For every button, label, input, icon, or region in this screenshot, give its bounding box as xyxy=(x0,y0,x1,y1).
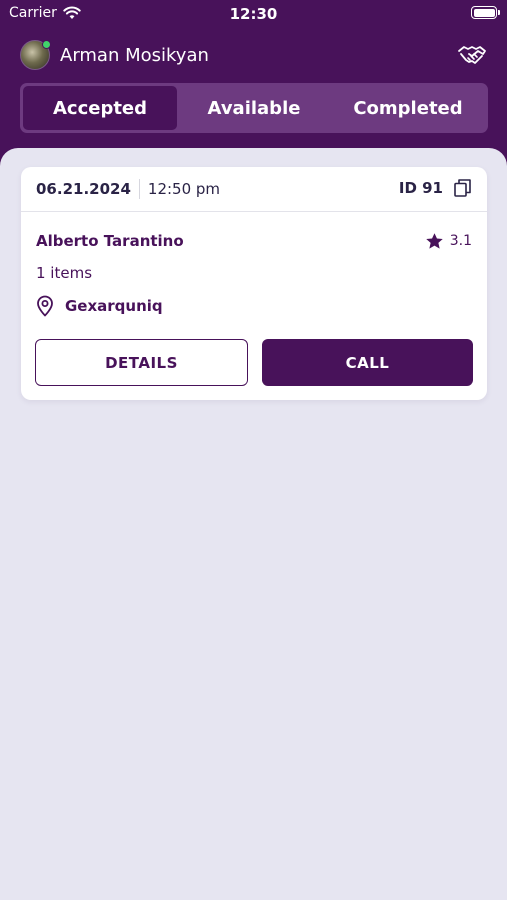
location-name: Gexarquniq xyxy=(65,297,163,315)
location-pin-icon xyxy=(37,295,53,317)
order-date: 06.21.2024 xyxy=(36,180,131,198)
customer-name: Alberto Tarantino xyxy=(36,232,184,250)
delivery-location: Gexarquniq xyxy=(36,295,163,317)
copy-icon[interactable] xyxy=(454,179,471,197)
battery-icon xyxy=(471,6,500,19)
tab-completed[interactable]: Completed xyxy=(331,86,485,130)
tab-accepted[interactable]: Accepted xyxy=(23,86,177,130)
details-button[interactable]: DETAILS xyxy=(35,339,248,386)
avatar[interactable] xyxy=(20,40,51,70)
order-tabs: Accepted Available Completed xyxy=(20,83,488,133)
online-status-dot xyxy=(42,40,51,49)
handshake-icon[interactable] xyxy=(457,43,487,67)
order-card-header: 06.21.2024 12:50 pm ID 91 xyxy=(21,167,487,212)
items-count: 1 items xyxy=(36,264,93,282)
status-bar: Carrier 12:30 xyxy=(0,0,507,30)
order-card[interactable]: 06.21.2024 12:50 pm ID 91 Alberto Tarant… xyxy=(21,167,487,400)
customer-row: Alberto Tarantino 3.1 xyxy=(36,230,472,252)
rating-value: 3.1 xyxy=(449,233,472,249)
user-bar: Arman Mosikyan xyxy=(20,38,490,72)
user-name: Arman Mosikyan xyxy=(60,44,209,66)
divider xyxy=(138,179,140,199)
star-icon xyxy=(426,232,443,249)
tab-available[interactable]: Available xyxy=(177,86,331,130)
status-time: 12:30 xyxy=(229,5,278,23)
order-time: 12:50 pm xyxy=(147,180,221,198)
order-id: ID 91 xyxy=(399,179,471,197)
order-id-label: ID 91 xyxy=(398,179,443,197)
call-button[interactable]: CALL xyxy=(262,339,473,386)
customer-rating: 3.1 xyxy=(425,232,472,251)
